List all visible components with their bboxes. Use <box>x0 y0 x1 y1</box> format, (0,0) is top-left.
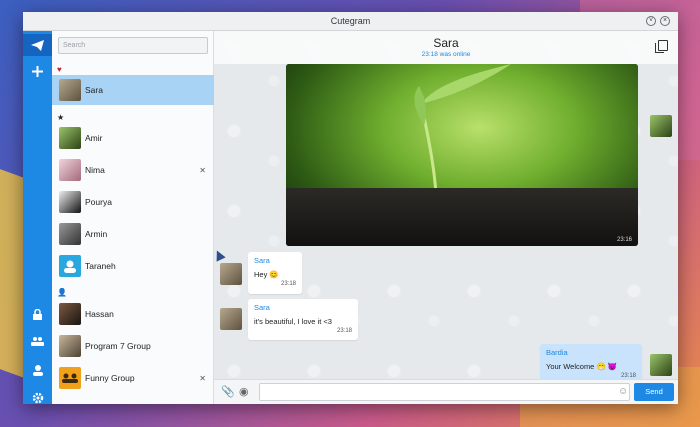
minimize-button[interactable]: ˅ <box>646 16 656 26</box>
contact-name: Hassan <box>85 309 114 319</box>
send-button[interactable]: Send <box>634 383 674 401</box>
contact-row[interactable]: Amir <box>52 123 214 153</box>
avatar <box>59 79 81 101</box>
message-sender: Sara <box>254 256 270 265</box>
soil <box>286 188 638 246</box>
avatar <box>59 127 81 149</box>
avatar <box>220 308 242 330</box>
contact-name: Funny Group <box>85 373 135 383</box>
contact-name: Taraneh <box>85 261 116 271</box>
user-icon[interactable] <box>23 359 52 381</box>
message-time: 23:16 <box>616 237 632 243</box>
message-sender: Bardia <box>546 348 568 357</box>
contact-row-sara[interactable]: Sara <box>52 75 214 105</box>
close-button[interactable]: × <box>660 16 670 26</box>
message-text: Hey 😊 <box>254 270 279 279</box>
avatar <box>59 303 81 325</box>
photo-message[interactable]: 23:16 <box>286 64 638 246</box>
composer: 📎 ◉ ☺ Send <box>214 379 678 404</box>
search-input[interactable]: Search <box>58 37 208 54</box>
muted-icon: ✕ <box>199 373 206 383</box>
attach-icon[interactable]: 📎 <box>221 385 235 398</box>
avatar <box>59 335 81 357</box>
contact-row[interactable]: Armin <box>52 219 214 249</box>
plus-icon[interactable] <box>23 60 52 82</box>
photo-image <box>286 64 638 246</box>
webcam-icon[interactable]: ◉ <box>239 385 249 398</box>
window-title: Cutegram <box>330 16 371 26</box>
contact-row[interactable]: Pourya <box>52 187 214 217</box>
avatar <box>220 263 242 285</box>
contact-name: Sara <box>85 85 103 95</box>
chat-title: Sara <box>433 36 459 50</box>
message-time: 23:18 <box>280 281 296 287</box>
app-window: Cutegram ˅ × Search ♥ Sara ★ Amir Nima ✕… <box>23 12 678 404</box>
avatar <box>59 255 81 277</box>
emoji-icon[interactable]: ☺ <box>618 386 628 397</box>
contact-row[interactable]: Program 7 Group <box>52 331 214 361</box>
message-sender: Sara <box>254 303 270 312</box>
avatar <box>59 191 81 213</box>
message-text: Your Welcome 😁 😈 <box>546 362 618 371</box>
lock-icon[interactable] <box>23 303 52 325</box>
title-bar: Cutegram ˅ × <box>23 12 678 31</box>
star-icon: ★ <box>57 113 65 122</box>
message-input[interactable] <box>259 383 630 401</box>
contact-name: Armin <box>85 229 108 239</box>
contact-name: Pourya <box>85 197 112 207</box>
chat-header: Sara 23:18 was online <box>214 31 678 64</box>
chat-area: 23:16 Sara 23:18 was online Sara Hey 😊 2… <box>214 31 678 404</box>
message-time: 23:18 <box>336 328 352 334</box>
avatar <box>59 223 81 245</box>
message-text: it's beautiful, I love it <3 <box>254 317 332 326</box>
contact-row[interactable]: Hassan <box>52 299 214 329</box>
window-controls: ˅ × <box>646 16 670 26</box>
avatar <box>59 367 81 389</box>
contact-row[interactable]: Funny Group ✕ <box>52 363 214 393</box>
chat-status: 23:18 was online <box>421 51 471 58</box>
contact-name: Amir <box>85 133 103 143</box>
paper-plane-icon[interactable] <box>23 34 52 56</box>
heart-icon: ♥ <box>57 65 62 74</box>
left-rail <box>23 31 52 404</box>
avatar <box>59 159 81 181</box>
group-icon[interactable] <box>23 330 52 352</box>
contact-name: Program 7 Group <box>85 341 151 351</box>
contact-row[interactable]: Nima ✕ <box>52 155 214 185</box>
contact-name: Nima <box>85 165 105 175</box>
copy-icon[interactable] <box>655 40 668 53</box>
contacts-sidebar: Search ♥ Sara ★ Amir Nima ✕ Pourya Armin <box>52 31 214 404</box>
avatar <box>650 115 672 137</box>
avatar <box>650 354 672 376</box>
muted-icon: ✕ <box>199 165 206 175</box>
message-bubble[interactable]: Sara it's beautiful, I love it <3 23:18 <box>248 299 358 340</box>
person-icon: 👤 <box>57 288 67 297</box>
message-bubble[interactable]: Sara Hey 😊 23:18 <box>248 252 302 294</box>
gear-icon[interactable] <box>23 387 52 404</box>
contact-row[interactable]: Taraneh <box>52 251 214 281</box>
